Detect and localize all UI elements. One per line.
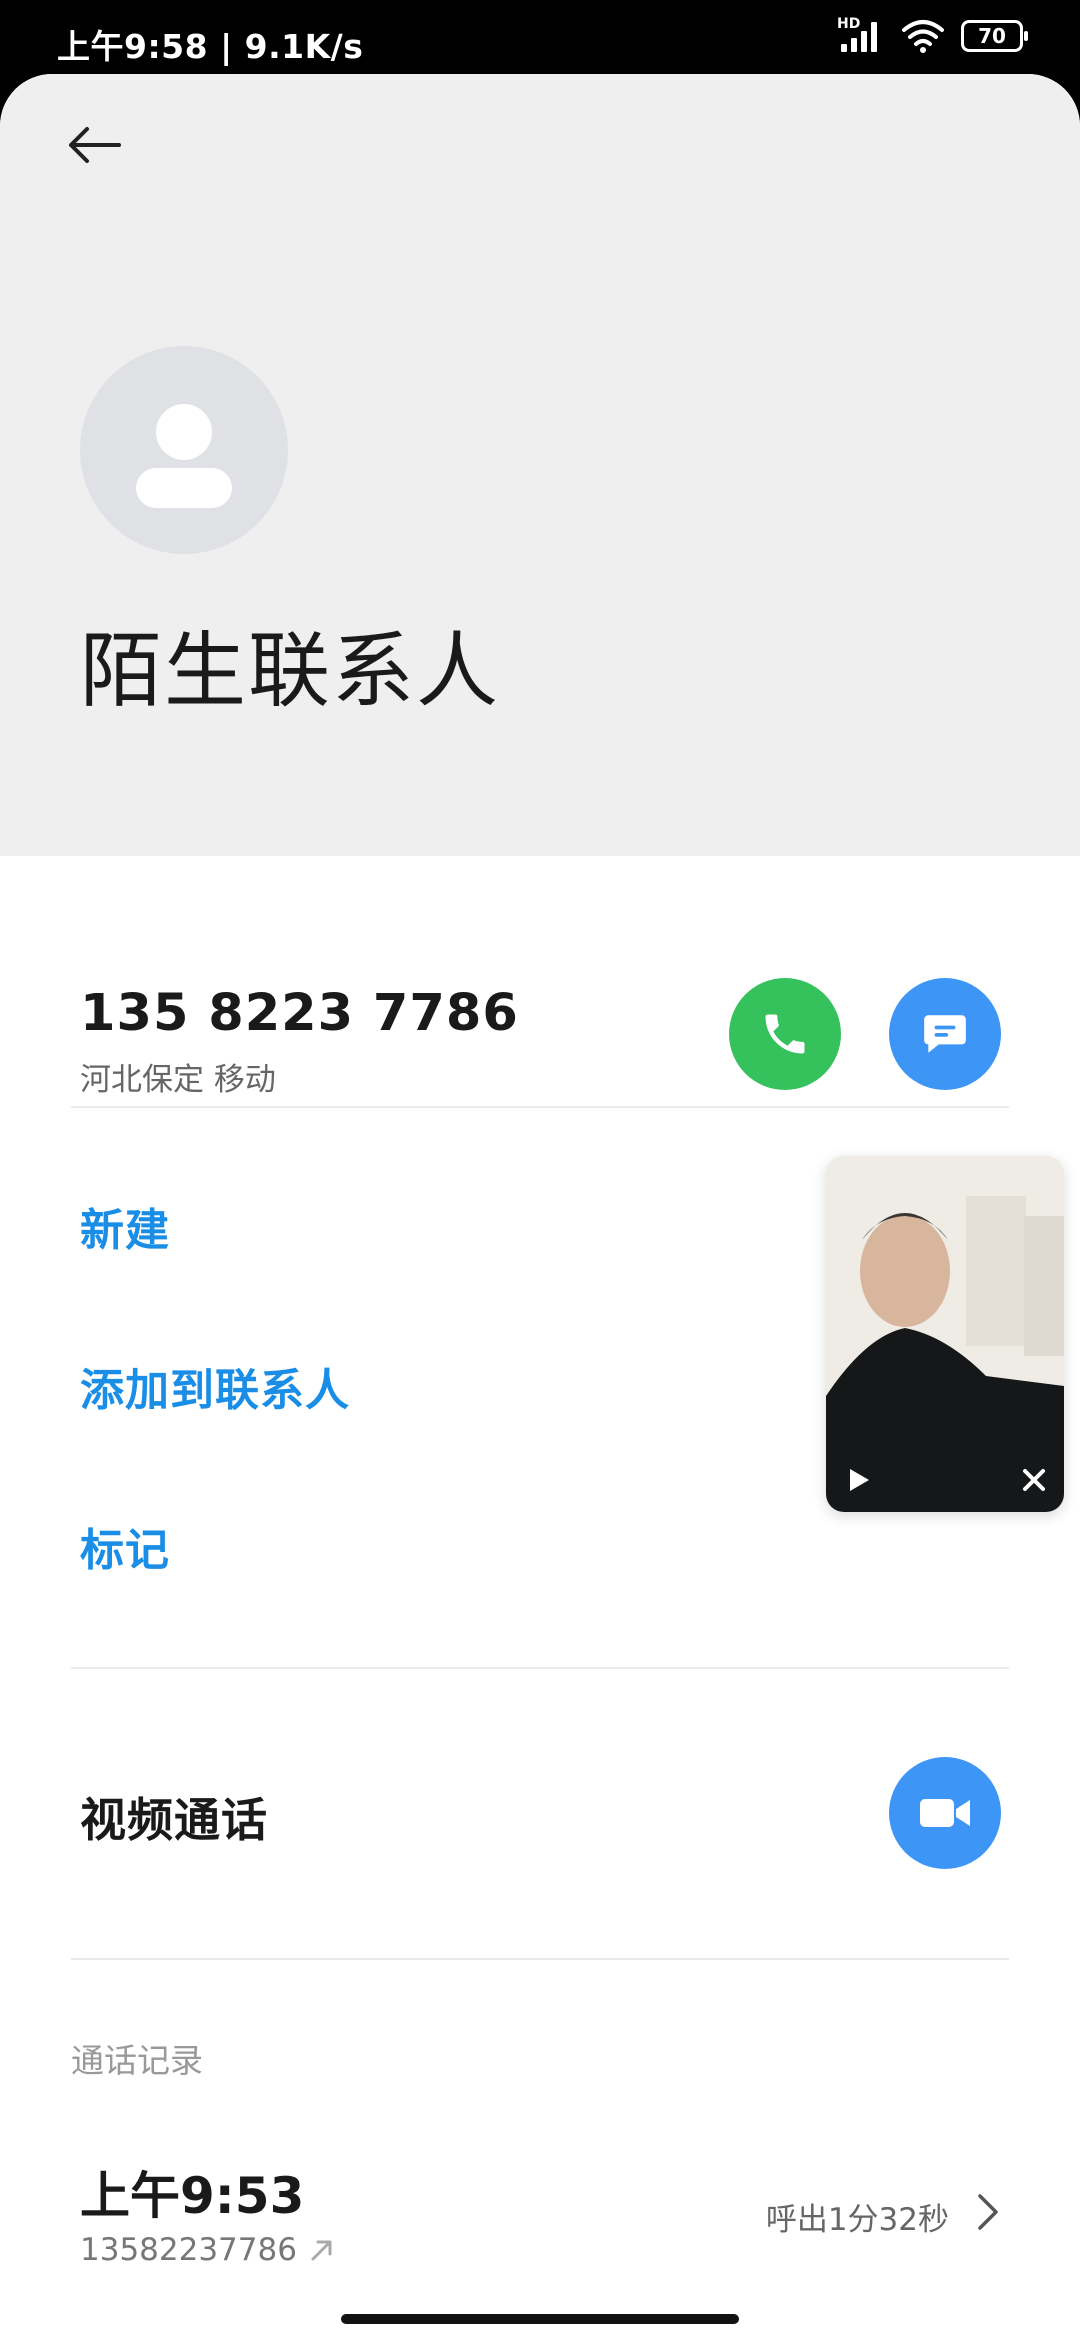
call-button[interactable] [729, 978, 841, 1090]
call-log-title: 通话记录 [71, 2041, 203, 2080]
new-contact-link[interactable]: 新建 [80, 1194, 170, 1258]
battery-level: 70 [978, 24, 1006, 48]
call-number-line: 13582237786 [80, 2232, 337, 2268]
phone-number: 135 8223 7786 [80, 984, 519, 1043]
phone-location: 河北保定 移动 [80, 1062, 276, 1098]
add-to-contacts-link[interactable]: 添加到联系人 [80, 1354, 350, 1418]
wifi-icon [901, 18, 945, 54]
message-icon [924, 1015, 966, 1053]
signal-icon: HD [837, 16, 885, 54]
status-icons: HD 70 [837, 16, 1028, 54]
phone-icon [765, 1014, 805, 1054]
video-call-label[interactable]: 视频通话 [80, 1784, 268, 1850]
video-camera-icon [920, 1799, 970, 1827]
call-number: 13582237786 [80, 2232, 297, 2268]
outgoing-arrow-icon [311, 2240, 332, 2261]
status-bar: 上午9:58 | 9.1K/s HD 70 [0, 0, 1080, 76]
battery-icon: 70 [961, 20, 1028, 52]
back-button[interactable] [54, 110, 134, 180]
call-duration: 呼出1分32秒 [765, 2202, 949, 2238]
status-time-speed: 上午9:58 | 9.1K/s [57, 27, 364, 66]
arrow-left-icon [69, 127, 121, 163]
play-icon[interactable] [836, 1458, 880, 1502]
floating-video-window[interactable] [826, 1156, 1064, 1512]
divider [71, 1958, 1009, 1960]
home-indicator[interactable] [341, 2314, 739, 2324]
chevron-right-icon [978, 2194, 998, 2230]
divider [71, 1106, 1009, 1108]
phone-screen: 上午9:58 | 9.1K/s HD 70 陌生联系人 135 8223 778… [0, 0, 1080, 2340]
contact-name: 陌生联系人 [80, 624, 501, 719]
message-button[interactable] [889, 978, 1001, 1090]
phone-number-row[interactable]: 135 8223 7786 河北保定 移动 [0, 856, 1080, 1106]
contact-header: 陌生联系人 [0, 74, 1080, 856]
mark-link[interactable]: 标记 [80, 1514, 170, 1578]
close-icon[interactable] [1012, 1458, 1056, 1502]
call-time: 上午9:53 [80, 2167, 305, 2225]
person-icon [136, 404, 232, 508]
avatar [80, 346, 288, 554]
divider [71, 1667, 1009, 1669]
video-call-button[interactable] [889, 1757, 1001, 1869]
